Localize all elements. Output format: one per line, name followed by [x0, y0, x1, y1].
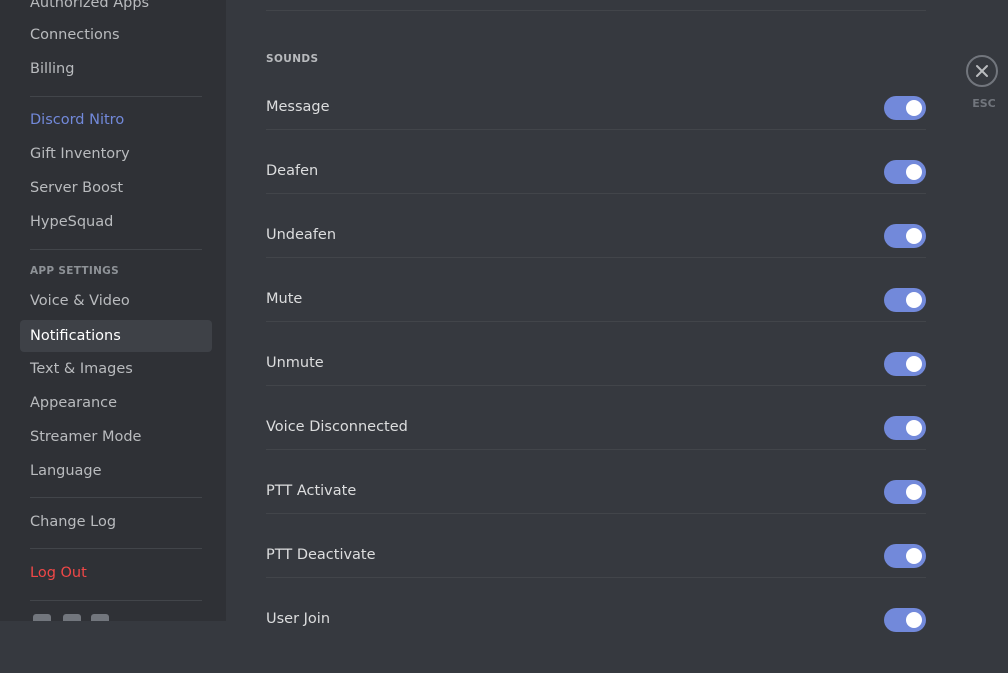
sidebar-item-hypesquad[interactable]: HypeSquad	[20, 206, 212, 238]
toggle-knob	[906, 612, 922, 628]
sidebar-item-language[interactable]: Language	[20, 455, 212, 487]
sound-row-voice-disconnected: Voice Disconnected	[266, 416, 926, 481]
instagram-icon[interactable]	[91, 614, 109, 621]
sidebar-item-server-boost[interactable]: Server Boost	[20, 172, 212, 204]
sidebar-divider	[30, 548, 202, 549]
row-divider	[266, 257, 926, 258]
sound-label: Mute	[266, 291, 303, 307]
sound-label: Unmute	[266, 355, 324, 371]
sidebar-divider	[30, 249, 202, 250]
sounds-section-title: SOUNDS	[266, 53, 319, 65]
settings-sidebar: Authorized Apps Connections Billing Disc…	[0, 0, 226, 621]
row-divider	[266, 513, 926, 514]
unmute-sound-toggle[interactable]	[884, 352, 926, 376]
sidebar-item-voice-video[interactable]: Voice & Video	[20, 285, 212, 317]
sidebar-item-change-log[interactable]: Change Log	[20, 506, 212, 538]
esc-label: ESC	[972, 97, 996, 110]
close-icon	[976, 65, 988, 77]
row-divider	[266, 385, 926, 386]
row-divider	[266, 577, 926, 578]
sidebar-item-notifications[interactable]: Notifications	[20, 320, 212, 352]
sidebar-item-streamer-mode[interactable]: Streamer Mode	[20, 421, 212, 453]
sidebar-item-discord-nitro[interactable]: Discord Nitro	[20, 104, 212, 136]
sound-label: PTT Activate	[266, 483, 357, 499]
sound-label: User Join	[266, 611, 331, 627]
toggle-knob	[906, 292, 922, 308]
section-divider	[266, 10, 926, 11]
toggle-knob	[906, 484, 922, 500]
row-divider	[266, 449, 926, 450]
toggle-knob	[906, 548, 922, 564]
row-divider	[266, 193, 926, 194]
sidebar-item-gift-inventory[interactable]: Gift Inventory	[20, 138, 212, 170]
toggle-knob	[906, 164, 922, 180]
twitter-icon[interactable]	[33, 614, 51, 621]
sound-row-deafen: Deafen	[266, 160, 926, 225]
ptt-activate-sound-toggle[interactable]	[884, 480, 926, 504]
sidebar-item-authorized-apps[interactable]: Authorized Apps	[20, 0, 212, 19]
sidebar-divider	[30, 96, 202, 97]
sound-row-mute: Mute	[266, 288, 926, 353]
app-settings-header: APP SETTINGS	[30, 265, 119, 277]
message-sound-toggle[interactable]	[884, 96, 926, 120]
user-join-sound-toggle[interactable]	[884, 608, 926, 632]
sound-label: Deafen	[266, 163, 319, 179]
toggle-knob	[906, 100, 922, 116]
sound-row-unmute: Unmute	[266, 352, 926, 417]
sound-label: Message	[266, 99, 330, 115]
ptt-deactivate-sound-toggle[interactable]	[884, 544, 926, 568]
sound-row-ptt-activate: PTT Activate	[266, 480, 926, 545]
sidebar-item-text-images[interactable]: Text & Images	[20, 353, 212, 385]
deafen-sound-toggle[interactable]	[884, 160, 926, 184]
toggle-knob	[906, 228, 922, 244]
sound-row-user-join: User Join	[266, 608, 926, 673]
toggle-knob	[906, 356, 922, 372]
notifications-content: SOUNDS Message Deafen Undeafen Mute Unmu…	[266, 0, 926, 632]
sidebar-item-billing[interactable]: Billing	[20, 53, 212, 85]
sidebar-item-connections[interactable]: Connections	[20, 19, 212, 51]
sidebar-item-log-out[interactable]: Log Out	[20, 557, 212, 589]
voice-disconnected-sound-toggle[interactable]	[884, 416, 926, 440]
row-divider	[266, 129, 926, 130]
facebook-icon[interactable]	[63, 614, 81, 621]
sound-label: Undeafen	[266, 227, 337, 243]
sidebar-divider	[30, 600, 202, 601]
sidebar-item-appearance[interactable]: Appearance	[20, 387, 212, 419]
sidebar-divider	[30, 497, 202, 498]
sound-row-undeafen: Undeafen	[266, 224, 926, 289]
sound-label: Voice Disconnected	[266, 419, 408, 435]
sound-row-message: Message	[266, 96, 926, 161]
toggle-knob	[906, 420, 922, 436]
row-divider	[266, 321, 926, 322]
sound-row-ptt-deactivate: PTT Deactivate	[266, 544, 926, 609]
sound-label: PTT Deactivate	[266, 547, 376, 563]
close-button[interactable]	[966, 55, 998, 87]
mute-sound-toggle[interactable]	[884, 288, 926, 312]
undeafen-sound-toggle[interactable]	[884, 224, 926, 248]
